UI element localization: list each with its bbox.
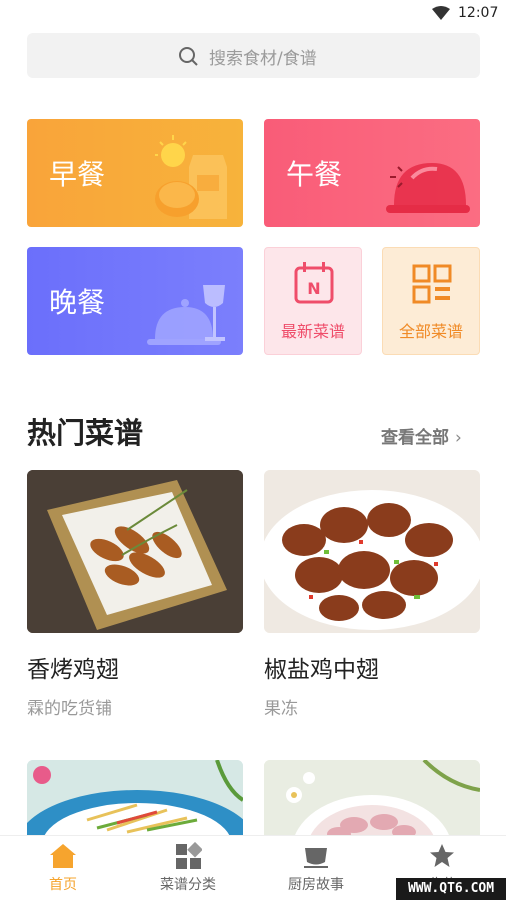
clock: 12:07 [458, 5, 499, 21]
recipe-photo [264, 470, 480, 633]
breakfast-illustration-icon [155, 135, 227, 219]
lunch-card[interactable]: 午餐 [264, 119, 480, 227]
wifi-icon [432, 6, 450, 20]
recipe-image[interactable] [264, 760, 480, 835]
search-bar[interactable]: 搜索食材/食谱 [27, 33, 480, 78]
newest-recipes-label: 最新菜谱 [280, 322, 345, 341]
nav-story-label: 厨房故事 [288, 877, 344, 893]
view-all-link[interactable]: 查看全部 › [381, 423, 462, 448]
star-icon [430, 844, 454, 867]
calendar-letter: N [307, 279, 320, 298]
recipe-name[interactable]: 椒盐鸡中翅 [264, 650, 379, 684]
breakfast-label: 早餐 [49, 158, 106, 191]
dinner-label: 晚餐 [49, 286, 106, 319]
nav-story[interactable]: 厨房故事 [266, 842, 366, 894]
newest-recipes-button[interactable]: N 最新菜谱 [264, 247, 362, 355]
lunch-label: 午餐 [286, 158, 343, 191]
chevron-right-icon: › [455, 428, 462, 448]
lunch-illustration-icon [386, 163, 470, 213]
breakfast-card[interactable]: 早餐 [27, 119, 243, 227]
recipe-author: 霖的吃货铺 [27, 699, 112, 719]
search-placeholder: 搜索食材/食谱 [209, 49, 317, 69]
nav-category-label: 菜谱分类 [160, 877, 216, 893]
home-icon [50, 844, 76, 868]
calendar-icon: N [294, 262, 334, 304]
cup-icon [304, 848, 328, 868]
recipe-photo [27, 470, 243, 633]
recipe-image[interactable] [27, 760, 243, 835]
view-all-label: 查看全部 [381, 428, 449, 448]
nav-category[interactable]: 菜谱分类 [138, 842, 238, 894]
hot-recipes-title: 热门菜谱 [27, 416, 144, 450]
nav-home-label: 首页 [49, 877, 77, 893]
recipe-author: 果冻 [264, 699, 298, 719]
grid-icon [412, 264, 452, 304]
recipe-image[interactable] [27, 470, 243, 633]
recipe-name[interactable]: 香烤鸡翅 [27, 650, 119, 684]
recipe-image[interactable] [264, 470, 480, 633]
nav-home[interactable]: 首页 [13, 842, 113, 894]
recipe-photo [27, 760, 243, 835]
search-icon [179, 47, 198, 66]
status-bar: 12:07 [0, 0, 506, 28]
dinner-illustration-icon [147, 285, 225, 345]
category-icon [176, 842, 202, 869]
recipe-photo [264, 760, 480, 835]
all-recipes-button[interactable]: 全部菜谱 [382, 247, 480, 355]
dinner-card[interactable]: 晚餐 [27, 247, 243, 355]
watermark: WWW.QT6.COM [396, 878, 506, 900]
all-recipes-label: 全部菜谱 [398, 322, 463, 341]
